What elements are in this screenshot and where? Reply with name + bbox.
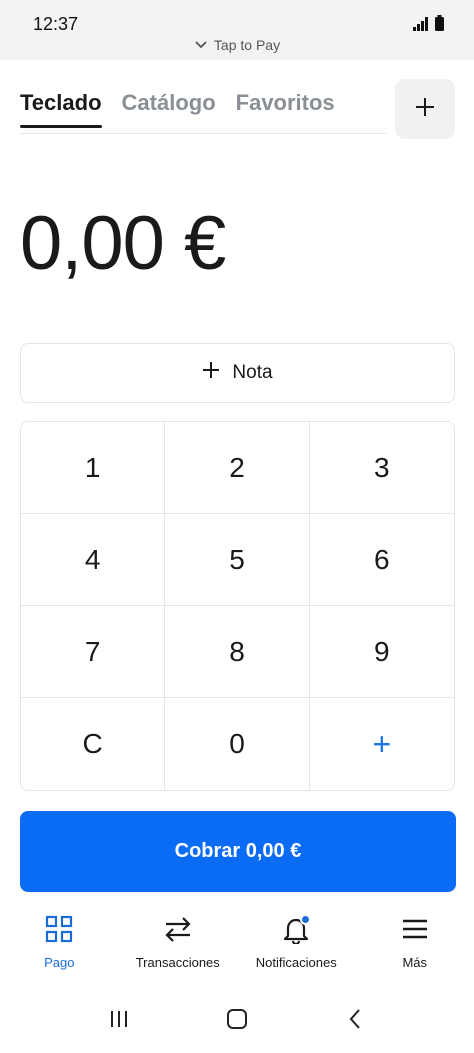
amount-display: 0,00 € xyxy=(20,201,226,286)
bell-icon xyxy=(280,913,312,945)
grid-icon xyxy=(43,913,75,945)
key-plus[interactable]: + xyxy=(309,698,454,790)
tab-catalogo[interactable]: Catálogo xyxy=(122,90,216,128)
battery-icon xyxy=(435,15,444,36)
add-button[interactable] xyxy=(395,79,455,139)
plus-icon xyxy=(202,361,220,385)
plus-icon xyxy=(414,96,436,123)
nav-item-notificaciones[interactable]: Notificaciones xyxy=(237,905,356,985)
key-0[interactable]: 0 xyxy=(165,698,310,790)
tab-teclado[interactable]: Teclado xyxy=(20,90,102,128)
nav-label: Notificaciones xyxy=(255,955,337,970)
key-2[interactable]: 2 xyxy=(165,422,310,514)
key-4[interactable]: 4 xyxy=(21,514,166,606)
key-1[interactable]: 1 xyxy=(21,422,166,514)
signal-icon xyxy=(413,17,429,36)
recent-apps-button[interactable] xyxy=(99,1002,139,1042)
nav-label: Transacciones xyxy=(135,955,220,970)
nav-label: Pago xyxy=(44,955,75,970)
back-icon xyxy=(348,1008,362,1035)
tap-to-pay-toggle[interactable]: Tap to Pay xyxy=(0,37,474,53)
home-button[interactable] xyxy=(217,1002,257,1042)
bottom-nav: Pago Transacciones Notificaciones Más xyxy=(0,905,474,985)
chevron-down-icon xyxy=(194,37,208,53)
status-time: 12:37 xyxy=(33,14,79,34)
nav-item-pago[interactable]: Pago xyxy=(0,905,119,985)
tab-divider xyxy=(20,133,386,134)
status-icons xyxy=(413,15,444,36)
back-button[interactable] xyxy=(335,1002,375,1042)
charge-button[interactable]: Cobrar 0,00 € xyxy=(20,811,456,892)
tab-bar: Teclado Catálogo Favoritos xyxy=(20,90,335,128)
key-clear[interactable]: C xyxy=(21,698,166,790)
nav-item-transacciones[interactable]: Transacciones xyxy=(119,905,238,985)
transfer-icon xyxy=(162,913,194,945)
add-note-button[interactable]: Nota xyxy=(20,343,455,403)
status-bar: 12:37 Tap to Pay xyxy=(0,0,474,60)
recent-apps-icon xyxy=(109,1009,129,1034)
key-5[interactable]: 5 xyxy=(165,514,310,606)
note-label: Nota xyxy=(232,362,273,383)
system-nav-bar xyxy=(0,990,474,1053)
key-7[interactable]: 7 xyxy=(21,606,166,698)
home-icon xyxy=(226,1008,248,1035)
key-9[interactable]: 9 xyxy=(309,606,454,698)
nav-item-mas[interactable]: Más xyxy=(356,905,474,985)
tab-favoritos[interactable]: Favoritos xyxy=(236,90,335,128)
key-3[interactable]: 3 xyxy=(309,422,454,514)
menu-icon xyxy=(399,913,431,945)
nav-label: Más xyxy=(402,955,428,970)
tap-to-pay-label: Tap to Pay xyxy=(213,37,281,53)
key-6[interactable]: 6 xyxy=(309,514,454,606)
key-8[interactable]: 8 xyxy=(165,606,310,698)
keypad: 1 2 3 4 5 6 7 8 9 C 0 + xyxy=(20,421,455,791)
